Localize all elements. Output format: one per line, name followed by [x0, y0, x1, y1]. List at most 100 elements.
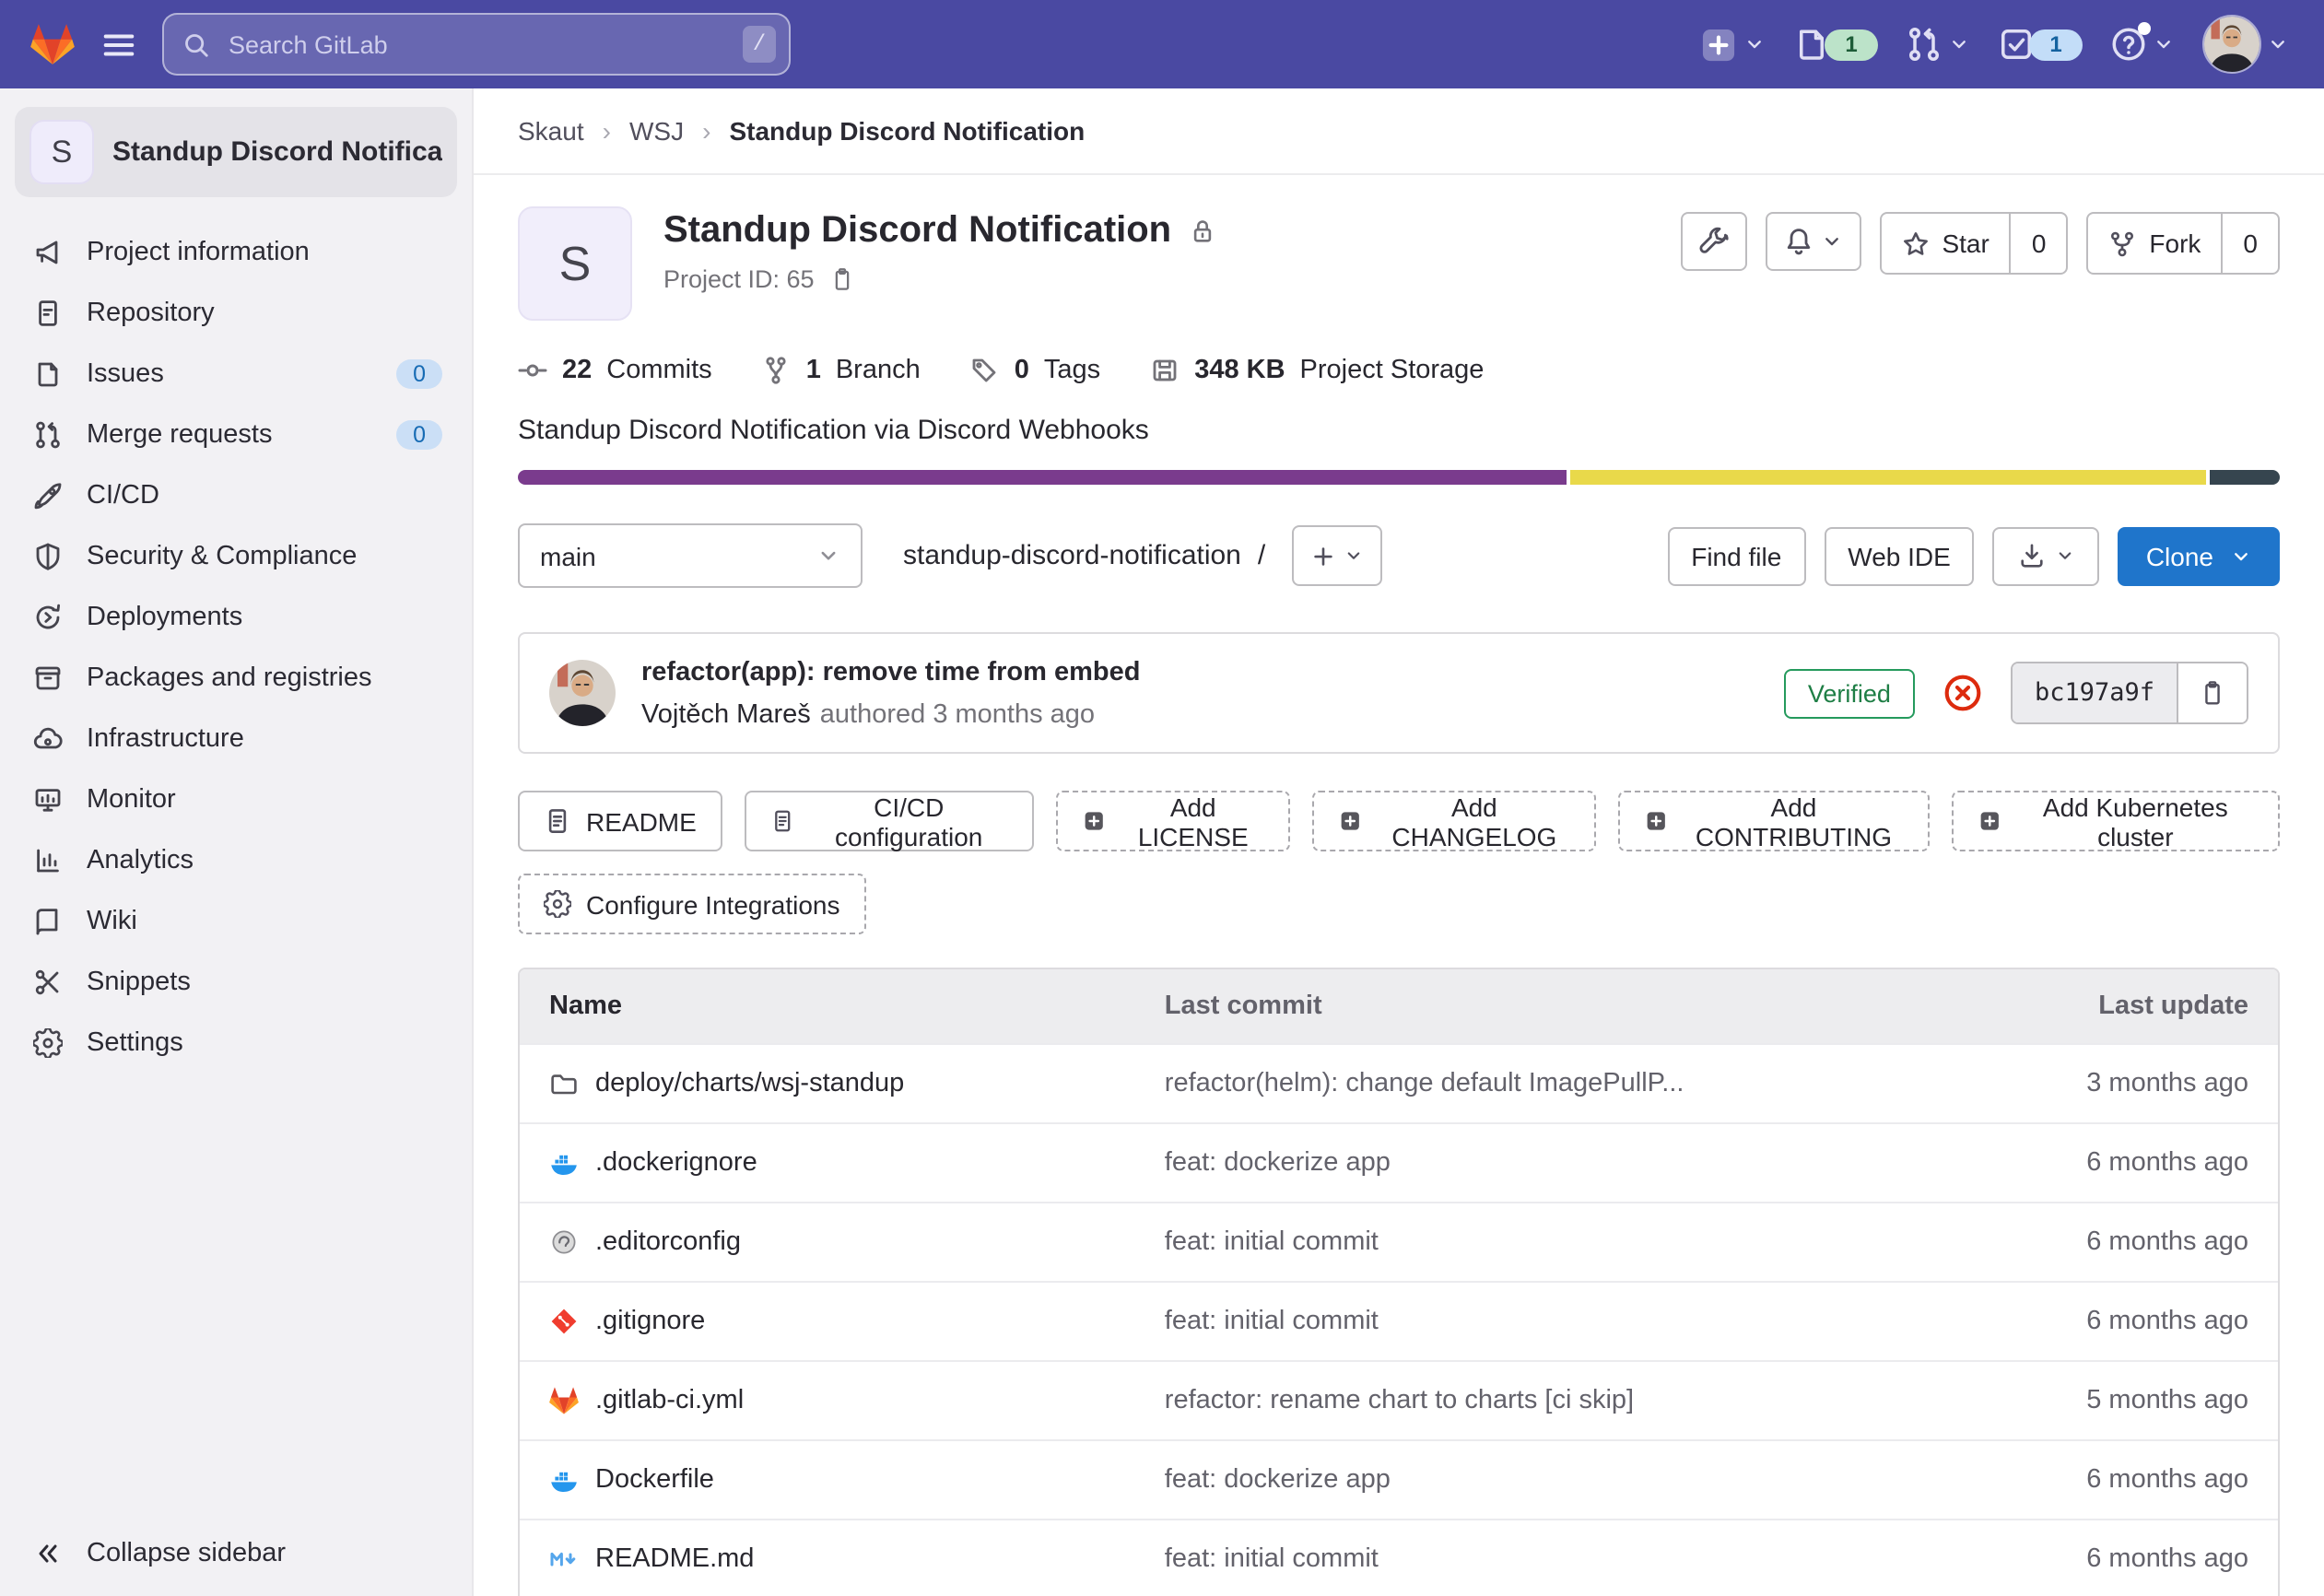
copy-project-id-button[interactable]: [829, 266, 855, 292]
add-license-button[interactable]: Add LICENSE: [1056, 791, 1291, 851]
file-last-update: 3 months ago: [1935, 1069, 2278, 1098]
commit-author-avatar[interactable]: [549, 660, 616, 726]
wrench-icon: [1698, 227, 1728, 256]
sidebar-item-label: Repository: [87, 298, 215, 327]
sidebar-project-context[interactable]: S Standup Discord Notificati...: [15, 107, 457, 197]
issues-shortcut-button[interactable]: 1: [1788, 20, 1884, 68]
stat-tags[interactable]: 0 Tags: [970, 356, 1100, 385]
column-header-last-commit: Last commit: [1165, 992, 1935, 1021]
verified-badge[interactable]: Verified: [1784, 668, 1915, 718]
stat-project-storage[interactable]: 348 KB Project Storage: [1150, 356, 1484, 385]
sidebar-item-packages-and-registries[interactable]: Packages and registries: [0, 647, 472, 708]
star-count[interactable]: 0: [2010, 214, 2067, 273]
star-button[interactable]: Star 0: [1879, 212, 2068, 275]
copy-sha-button[interactable]: [2177, 663, 2247, 722]
gitlab-logo[interactable]: [29, 22, 76, 66]
todos-shortcut-button[interactable]: 1: [1992, 20, 2088, 68]
file-name-link[interactable]: .gitlab-ci.yml: [595, 1386, 744, 1415]
sidebar-item-label: Monitor: [87, 784, 176, 814]
commit-author-link[interactable]: Vojtěch Mareš: [641, 700, 811, 730]
commit-message-link[interactable]: refactor(app): remove time from embed: [641, 658, 1140, 687]
fork-button[interactable]: Fork 0: [2086, 212, 2280, 275]
download-source-button[interactable]: [1993, 526, 2100, 585]
sidebar-item-snippets[interactable]: Snippets: [0, 951, 472, 1012]
sidebar-item-deployments[interactable]: Deployments: [0, 586, 472, 647]
readme-button[interactable]: README: [518, 791, 722, 851]
file-name-link[interactable]: deploy/charts/wsj-standup: [595, 1069, 904, 1098]
sidebar-item-wiki[interactable]: Wiki: [0, 890, 472, 951]
pipeline-failed-status-icon[interactable]: [1943, 673, 1983, 713]
stat-label: Project Storage: [1300, 356, 1485, 385]
analytics-icon: [33, 845, 63, 874]
plus-icon: [1309, 543, 1335, 569]
new-menu-button[interactable]: [1694, 19, 1771, 69]
sidebar-item-security-compliance[interactable]: Security & Compliance: [0, 525, 472, 586]
add-contributing-button[interactable]: Add CONTRIBUTING: [1618, 791, 1930, 851]
file-last-commit-link[interactable]: feat: initial commit: [1165, 1307, 1935, 1336]
quick-action-label: README: [586, 806, 697, 836]
search-input[interactable]: [225, 29, 728, 60]
sidebar-item-analytics[interactable]: Analytics: [0, 829, 472, 890]
file-name-link[interactable]: .gitignore: [595, 1307, 705, 1336]
quick-action-label: Add CHANGELOG: [1378, 792, 1570, 851]
add-changelog-button[interactable]: Add CHANGELOG: [1313, 791, 1596, 851]
issues-icon: [33, 358, 63, 388]
column-header-last-update: Last update: [1935, 992, 2278, 1021]
collapse-sidebar-button[interactable]: Collapse sidebar: [0, 1511, 472, 1596]
fork-label: Fork: [2149, 229, 2201, 258]
global-search[interactable]: /: [162, 13, 791, 76]
help-menu-button[interactable]: [2105, 20, 2180, 68]
file-name-link[interactable]: README.md: [595, 1544, 754, 1574]
file-name-link[interactable]: Dockerfile: [595, 1465, 714, 1495]
merge-requests-menu-button[interactable]: [1900, 20, 1976, 68]
sidebar-item-repository[interactable]: Repository: [0, 282, 472, 343]
commit-authored-text: authored 3 months ago: [820, 700, 1095, 730]
file-last-commit-link[interactable]: feat: initial commit: [1165, 1227, 1935, 1257]
fork-count[interactable]: 0: [2221, 214, 2278, 273]
breadcrumb-item[interactable]: Standup Discord Notification: [729, 116, 1085, 146]
table-row: deploy/charts/wsj-standup refactor(helm)…: [520, 1043, 2278, 1122]
chevron-down-icon: [2153, 33, 2175, 55]
web-ide-button[interactable]: Web IDE: [1824, 526, 1975, 585]
sidebar-item-settings[interactable]: Settings: [0, 1012, 472, 1073]
sidebar-item-ci-cd[interactable]: CI/CD: [0, 464, 472, 525]
sidebar-item-label: Infrastructure: [87, 723, 244, 753]
file-name-link[interactable]: .editorconfig: [595, 1227, 741, 1257]
clone-button[interactable]: Clone: [2119, 526, 2280, 585]
file-last-commit-link[interactable]: feat: dockerize app: [1165, 1465, 1935, 1495]
fork-icon: [2108, 229, 2136, 257]
sidebar-item-project-information[interactable]: Project information: [0, 221, 472, 282]
gear-icon: [544, 890, 571, 918]
add-file-dropdown-button[interactable]: [1291, 525, 1381, 586]
hamburger-menu-button[interactable]: [101, 27, 136, 62]
ci-cd-configuration-button[interactable]: CI/CD configuration: [745, 791, 1034, 851]
stat-commits[interactable]: 22 Commits: [518, 356, 712, 385]
sidebar-nav: Project information Repository Issues 0 …: [0, 205, 472, 1089]
table-row: .gitignore feat: initial commit 6 months…: [520, 1281, 2278, 1360]
sidebar-item-merge-requests[interactable]: Merge requests 0: [0, 404, 472, 464]
add-kubernetes-cluster-button[interactable]: Add Kubernetes cluster: [1952, 791, 2280, 851]
breadcrumb-item[interactable]: WSJ: [629, 116, 684, 146]
configure-integrations-button[interactable]: Configure Integrations: [518, 874, 866, 934]
docker-icon: [549, 1148, 579, 1178]
sidebar-item-issues[interactable]: Issues 0: [0, 343, 472, 404]
repo-path: standup-discord-notification: [903, 540, 1241, 571]
breadcrumb-item[interactable]: Skaut: [518, 116, 584, 146]
file-name-link[interactable]: .dockerignore: [595, 1148, 757, 1178]
file-last-commit-link[interactable]: feat: dockerize app: [1165, 1148, 1935, 1178]
sidebar-item-infrastructure[interactable]: Infrastructure: [0, 708, 472, 769]
snippets-icon: [33, 967, 63, 996]
language-segment-language-2: [1571, 470, 2206, 485]
stat-branch[interactable]: 1 Branch: [762, 356, 921, 385]
file-last-commit-link[interactable]: feat: initial commit: [1165, 1544, 1935, 1574]
notifications-button[interactable]: [1765, 212, 1860, 271]
project-settings-wrench-button[interactable]: [1680, 212, 1746, 271]
project-avatar-small: S: [29, 120, 94, 184]
file-last-commit-link[interactable]: refactor(helm): change default ImagePull…: [1165, 1069, 1935, 1098]
find-file-button[interactable]: Find file: [1667, 526, 1805, 585]
branch-selector[interactable]: main: [518, 523, 863, 588]
sidebar-item-monitor[interactable]: Monitor: [0, 769, 472, 829]
file-last-commit-link[interactable]: refactor: rename chart to charts [ci ski…: [1165, 1386, 1935, 1415]
user-menu-button[interactable]: [2197, 9, 2295, 79]
quick-action-label: Configure Integrations: [586, 889, 840, 919]
